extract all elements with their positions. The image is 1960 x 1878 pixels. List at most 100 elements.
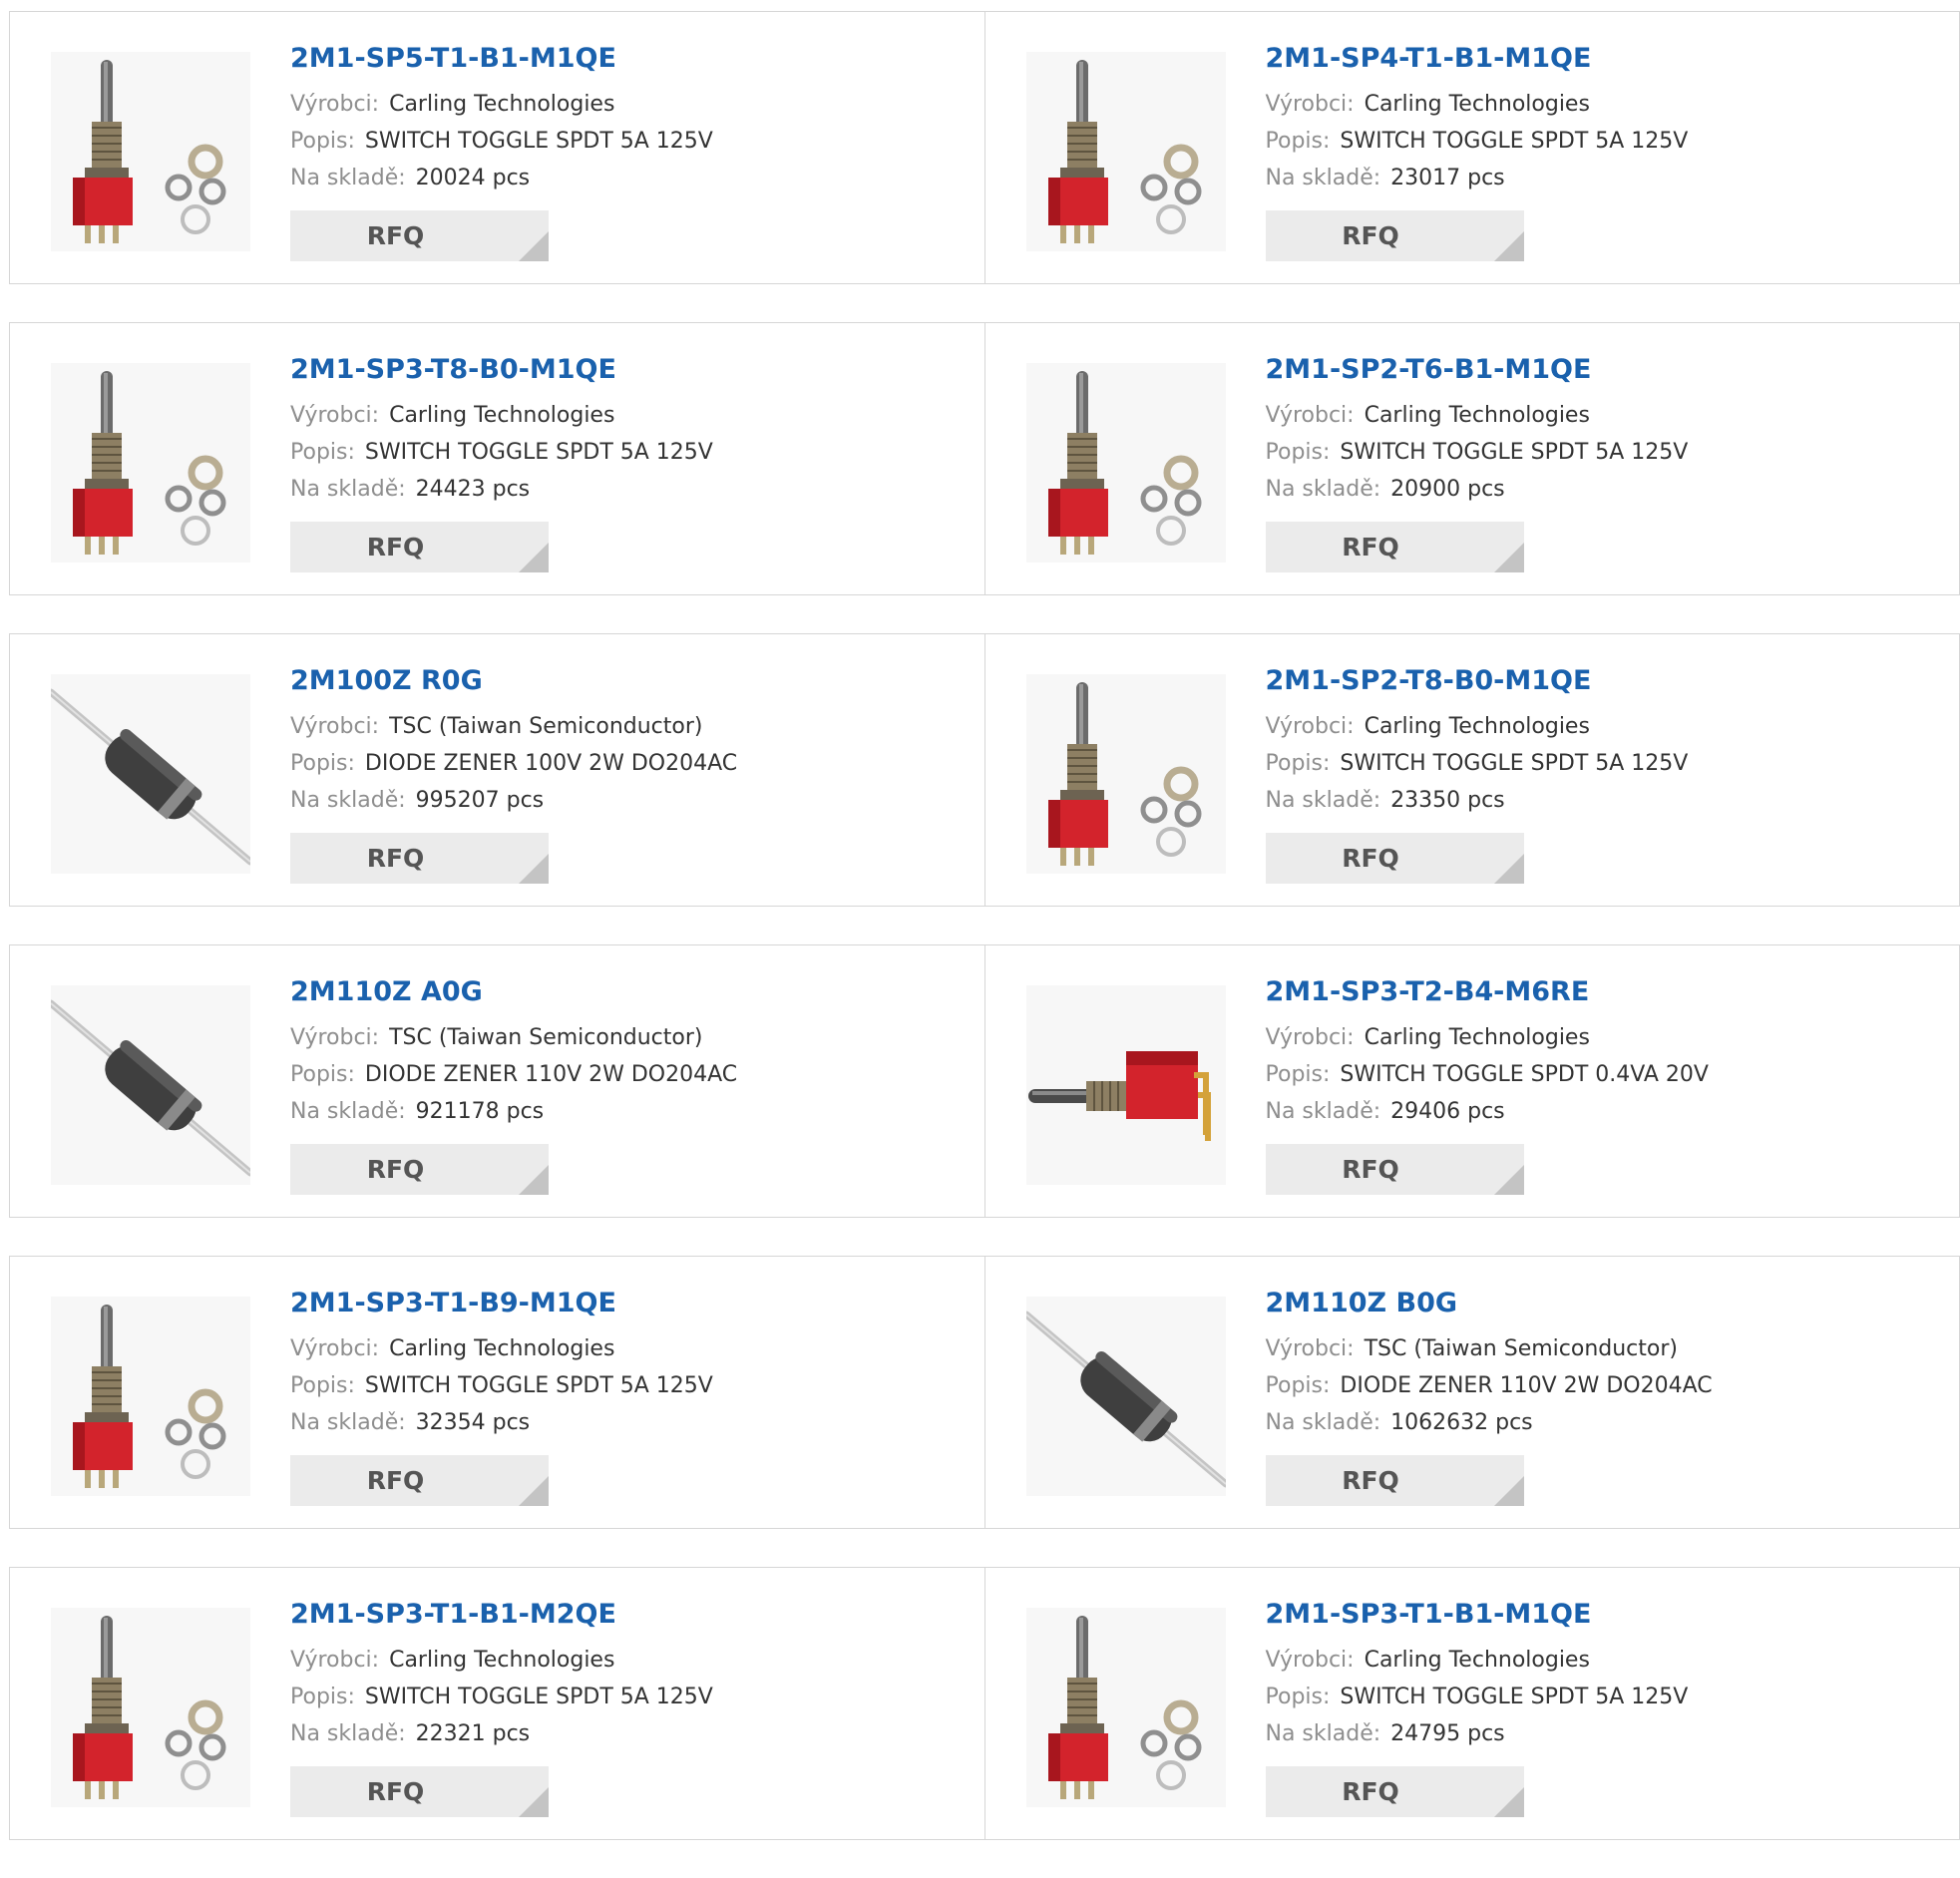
part-number-link[interactable]: 2M1-SP4-T1-B1-M1QE bbox=[1266, 42, 1944, 76]
manufacturer-row: Výrobci:TSC (Taiwan Semiconductor) bbox=[290, 708, 969, 745]
manufacturer-value: Carling Technologies bbox=[389, 92, 614, 117]
rfq-button-label: RFQ bbox=[367, 221, 425, 250]
part-number-link[interactable]: 2M1-SP3-T1-B9-M1QE bbox=[290, 1287, 969, 1320]
manufacturer-label: Výrobci: bbox=[1266, 1025, 1355, 1050]
corner-triangle-icon bbox=[519, 854, 549, 884]
part-number-link[interactable]: 2M1-SP3-T8-B0-M1QE bbox=[290, 353, 969, 387]
toggle-switch-image[interactable] bbox=[51, 1297, 250, 1496]
toggle-switch-image[interactable] bbox=[1026, 1608, 1226, 1807]
toggle-switch-image[interactable] bbox=[1026, 363, 1226, 563]
part-number-link[interactable]: 2M110Z A0G bbox=[290, 975, 969, 1009]
manufacturer-label: Výrobci: bbox=[1266, 1336, 1355, 1361]
product-info: 2M110Z A0GVýrobci:TSC (Taiwan Semiconduc… bbox=[290, 975, 969, 1130]
toggle-switch-image[interactable] bbox=[51, 1608, 250, 1807]
stock-row: Na skladě:995207 pcs bbox=[290, 782, 969, 819]
manufacturer-label: Výrobci: bbox=[290, 403, 379, 428]
rfq-button[interactable]: RFQ bbox=[1266, 833, 1524, 884]
stock-quantity-value: 921178 pcs bbox=[416, 1099, 545, 1124]
toggle-switch-image[interactable] bbox=[1026, 52, 1226, 251]
description-row: Popis:SWITCH TOGGLE SPDT 5A 125V bbox=[1266, 123, 1944, 160]
description-value: SWITCH TOGGLE SPDT 5A 125V bbox=[1340, 129, 1688, 154]
description-value: SWITCH TOGGLE SPDT 5A 125V bbox=[1340, 1685, 1688, 1709]
description-label: Popis: bbox=[290, 1062, 355, 1087]
description-value: SWITCH TOGGLE SPDT 5A 125V bbox=[1340, 751, 1688, 776]
product-info: 2M110Z B0G Výrobci: TSC (Taiwan Semiconduc… bbox=[1266, 1287, 1944, 1441]
rfq-button[interactable]: RFQ bbox=[290, 1766, 549, 1817]
description-row: Popis:SWITCH TOGGLE SPDT 5A 125V bbox=[1266, 434, 1944, 471]
stock-label: Na skladě: bbox=[290, 477, 406, 502]
toggle-switch-image[interactable] bbox=[51, 52, 250, 251]
rfq-button[interactable]: RFQ bbox=[290, 833, 549, 884]
manufacturer-row: Výrobci:Carling Technologies bbox=[290, 397, 969, 434]
manufacturer-row: Výrobci:Carling Technologies bbox=[290, 1330, 969, 1367]
rfq-button[interactable]: RFQ bbox=[290, 210, 549, 261]
manufacturer-value: Carling Technologies bbox=[1365, 92, 1590, 117]
corner-triangle-icon bbox=[1494, 231, 1524, 261]
toggle-switch-image[interactable] bbox=[51, 363, 250, 563]
rfq-button[interactable]: RFQ bbox=[290, 522, 549, 572]
rfq-button[interactable]: RFQ bbox=[290, 1144, 549, 1195]
manufacturer-label: Výrobci: bbox=[1266, 1648, 1355, 1673]
description-label: Popis: bbox=[290, 1373, 355, 1398]
part-number-link[interactable]: 2M110Z B0G bbox=[1266, 1287, 1944, 1320]
manufacturer-value: TSC (Taiwan Semiconductor) bbox=[1365, 1336, 1678, 1361]
right-angle-toggle-switch-image[interactable] bbox=[1026, 985, 1226, 1185]
stock-quantity-value: 20024 pcs bbox=[416, 166, 531, 190]
product-card: 2M100Z R0G Výrobci:TSC (Taiwan Semiconduc… bbox=[9, 633, 985, 907]
zener-diode-image[interactable] bbox=[51, 985, 250, 1185]
stock-row: Na skladě:1062632 pcs bbox=[1266, 1404, 1944, 1441]
rfq-button[interactable]: RFQ bbox=[1266, 1455, 1524, 1506]
product-card: 2M1-SP3-T1-B9-M1QE Výrobci:Carling Techno… bbox=[9, 1256, 985, 1529]
product-card: 2M1-SP3-T1-B1-M1QE Výrobci:Carling Techno… bbox=[984, 1567, 1960, 1840]
description-label: Popis: bbox=[290, 440, 355, 465]
rfq-button-label: RFQ bbox=[1342, 533, 1399, 562]
description-value: SWITCH TOGGLE SPDT 5A 125V bbox=[365, 1373, 713, 1398]
description-label: Popis: bbox=[1266, 1685, 1331, 1709]
part-number-link[interactable]: 2M100Z R0G bbox=[290, 664, 969, 698]
stock-quantity-value: 23350 pcs bbox=[1390, 788, 1505, 813]
rfq-button-label: RFQ bbox=[367, 533, 425, 562]
stock-quantity-value: 23017 pcs bbox=[1390, 166, 1505, 190]
stock-row: Na skladě: 921178 pcs bbox=[290, 1093, 969, 1130]
stock-row: Na skladě:24423 pcs bbox=[290, 471, 969, 508]
part-number-link[interactable]: 2M1-SP2-T6-B1-M1QE bbox=[1266, 353, 1944, 387]
rfq-button[interactable]: RFQ bbox=[1266, 1766, 1524, 1817]
description-label: Popis: bbox=[290, 129, 355, 154]
stock-row: Na skladě:29406 pcs bbox=[1266, 1093, 1944, 1130]
stock-label: Na skladě: bbox=[290, 1099, 406, 1124]
product-row: 2M100Z R0G Výrobci:TSC (Taiwan Semiconduc… bbox=[9, 633, 1960, 907]
product-info: 2M1-SP3-T1-B1-M2QEVýrobci:Carling Techno… bbox=[290, 1598, 969, 1752]
product-card: 2M1-SP5-T1-B1-M1QE Výrobci:Carling Techno… bbox=[9, 11, 985, 284]
corner-triangle-icon bbox=[1494, 1476, 1524, 1506]
stock-quantity-value: 24795 pcs bbox=[1390, 1721, 1505, 1746]
rfq-button[interactable]: RFQ bbox=[1266, 210, 1524, 261]
rfq-button[interactable]: RFQ bbox=[1266, 1144, 1524, 1195]
description-value: SWITCH TOGGLE SPDT 5A 125V bbox=[1340, 440, 1688, 465]
description-row: Popis:DIODE ZENER 100V 2W DO204AC bbox=[290, 745, 969, 782]
stock-row: Na skladě:23017 pcs bbox=[1266, 160, 1944, 196]
manufacturer-label: Výrobci: bbox=[1266, 403, 1355, 428]
description-value: DIODE ZENER 110V 2W DO204AC bbox=[1340, 1373, 1712, 1398]
product-info: 2M1-SP5-T1-B1-M1QE Výrobci:Carling Techno… bbox=[290, 42, 969, 196]
manufacturer-row: Výrobci:Carling Technologies bbox=[1266, 86, 1944, 123]
product-card: 2M110Z B0G Výrobci: TSC (Taiwan Semiconduc… bbox=[984, 1256, 1960, 1529]
product-row: 2M1-SP5-T1-B1-M1QE Výrobci:Carling Techno… bbox=[9, 11, 1960, 284]
rfq-button[interactable]: RFQ bbox=[290, 1455, 549, 1506]
manufacturer-row: Výrobci:Carling Technologies bbox=[290, 86, 969, 123]
zener-diode-image[interactable] bbox=[1026, 1297, 1226, 1496]
description-row: Popis:DIODE ZENER 110V 2W DO204AC bbox=[1266, 1367, 1944, 1404]
part-number-link[interactable]: 2M1-SP2-T8-B0-M1QE bbox=[1266, 664, 1944, 698]
stock-row: Na skladě:22321 pcs bbox=[290, 1715, 969, 1752]
part-number-link[interactable]: 2M1-SP3-T1-B1-M2QE bbox=[290, 1598, 969, 1632]
rfq-button-label: RFQ bbox=[367, 844, 425, 873]
corner-triangle-icon bbox=[1494, 1787, 1524, 1817]
description-value: SWITCH TOGGLE SPDT 0.4VA 20V bbox=[1340, 1062, 1709, 1087]
manufacturer-row: Výrobci:Carling Technologies bbox=[1266, 1642, 1944, 1679]
part-number-link[interactable]: 2M1-SP3-T1-B1-M1QE bbox=[1266, 1598, 1944, 1632]
part-number-link[interactable]: 2M1-SP5-T1-B1-M1QE bbox=[290, 42, 969, 76]
toggle-switch-image[interactable] bbox=[1026, 674, 1226, 874]
rfq-button[interactable]: RFQ bbox=[1266, 522, 1524, 572]
stock-label: Na skladě: bbox=[290, 788, 406, 813]
zener-diode-image[interactable] bbox=[51, 674, 250, 874]
part-number-link[interactable]: 2M1-SP3-T2-B4-M6RE bbox=[1266, 975, 1944, 1009]
